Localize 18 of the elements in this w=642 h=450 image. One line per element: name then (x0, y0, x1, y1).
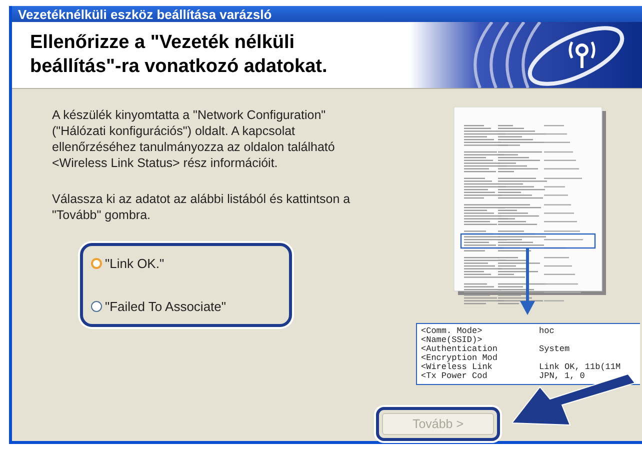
page-heading: Ellenőrizze a "Vezeték nélküli beállítás"-ra vonatkozó adatokat. (29, 31, 328, 79)
status-label: <Comm. Mode> (421, 327, 484, 336)
instruction-text: A készülék kinyomtatta a "Network Configuration" ("Hálózati konfigurációs") oldalt. A kapcsolat ellenőrzéséhez tanulmányozza az oldalon található <Wireless Link Status> rész információit. (52, 107, 336, 171)
status-value: System (539, 345, 571, 354)
status-label: <Authentication (421, 345, 499, 354)
radio-button[interactable] (91, 258, 102, 269)
status-label: <Tx Power Cod (421, 372, 488, 381)
radio-option[interactable]: "Link OK." (91, 256, 281, 271)
status-label: <Name(SSID)> (421, 336, 482, 345)
instruction-text: Válassza ki az adatot az alábbi listából és kattintson a "Tovább" gombra. (52, 191, 352, 223)
status-value: JPN, 1, 0 (539, 372, 586, 381)
radio-option[interactable]: "Failed To Associate" (91, 299, 281, 314)
status-value: hoc (539, 327, 556, 336)
radio-button[interactable] (91, 301, 102, 312)
window-title: Vezetéknélküli eszköz beállítása varázsló (12, 6, 642, 22)
status-label: <Wireless Link (421, 363, 494, 372)
status-label: <Encryption Mod (421, 354, 499, 363)
status-value: Link OK, 11b(11M (539, 363, 622, 372)
